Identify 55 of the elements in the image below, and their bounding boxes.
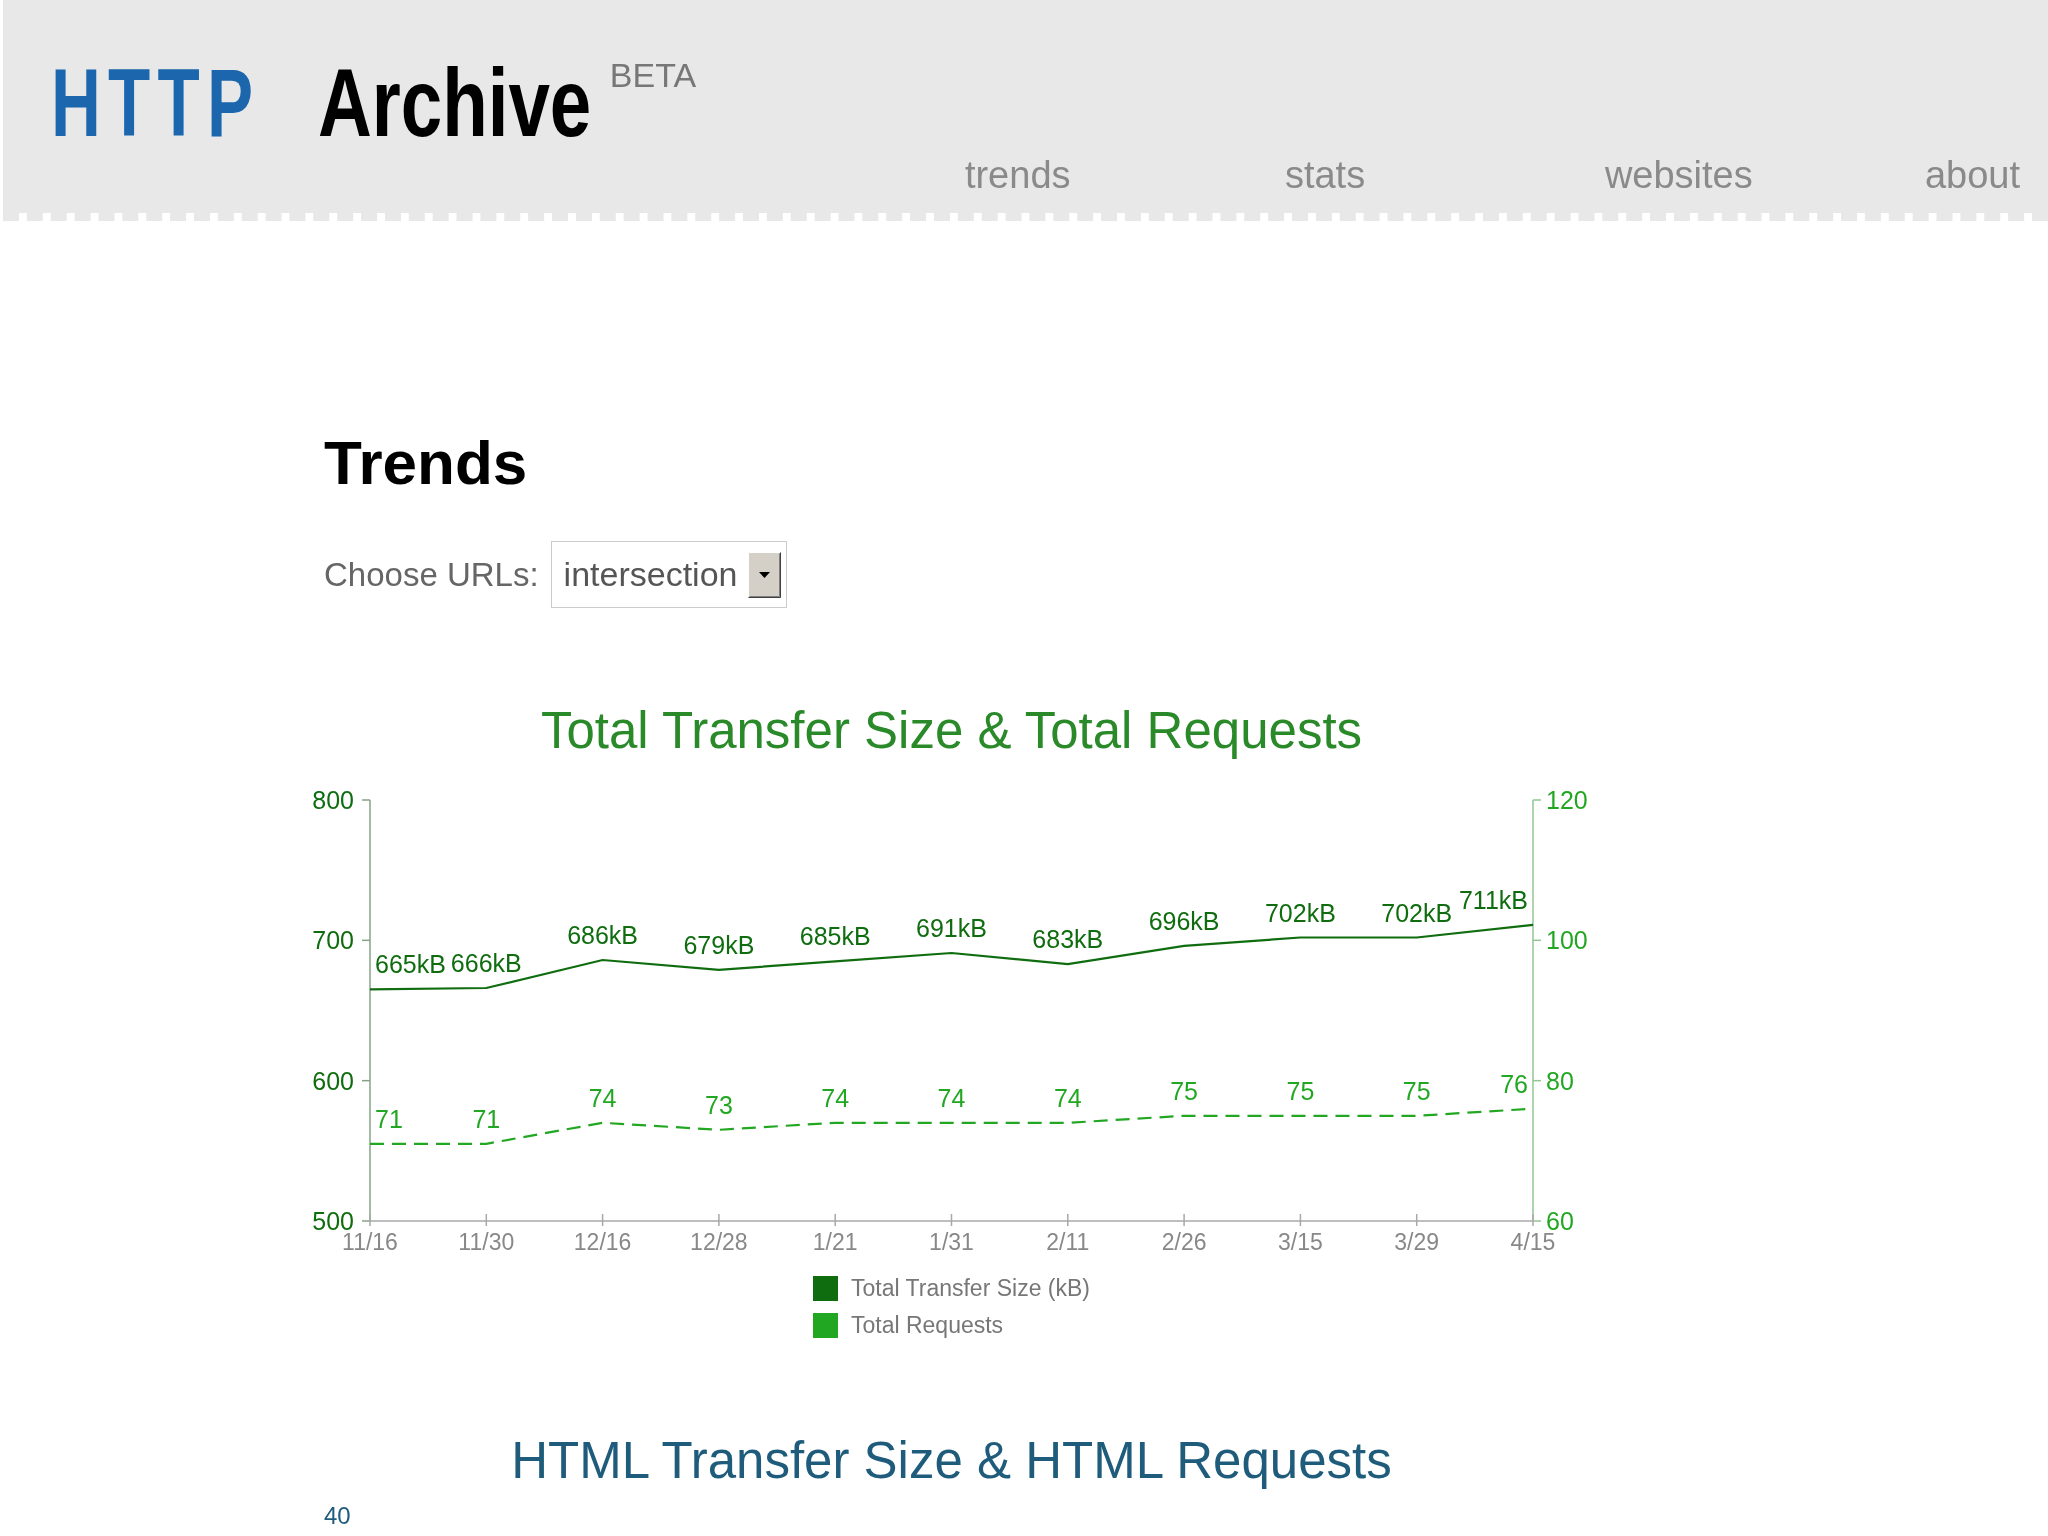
axis-label: 40 [324, 1504, 352, 1528]
data-label: 702kB [1381, 898, 1453, 927]
nav-link[interactable]: stats [1284, 156, 1366, 194]
nav-link[interactable]: trends [964, 156, 1071, 194]
data-label: 74 [937, 1083, 966, 1112]
page-title: Trends [324, 427, 528, 498]
data-label: 691kB [916, 913, 987, 942]
axis-label: 800 [312, 786, 354, 814]
data-label: 665kB [375, 950, 446, 979]
axis-label: 600 [312, 1066, 354, 1095]
chart-title: Total Transfer Size & Total Requests [539, 701, 1364, 760]
data-label: 686kB [567, 921, 639, 949]
data-label: 711kB [1458, 885, 1528, 914]
nav-link[interactable]: about [1924, 156, 2020, 194]
dropdown-caret-icon[interactable] [747, 551, 781, 598]
axis-label: 120 [1546, 786, 1588, 814]
chart-title: HTML Transfer Size & HTML Requests [510, 1431, 1393, 1490]
data-label: 74 [1053, 1083, 1082, 1112]
legend-label: Total Transfer Size (kB) [851, 1276, 1090, 1301]
axis-label: 11/30 [458, 1229, 515, 1255]
data-label: 74 [588, 1083, 617, 1112]
data-label: 696kB [1148, 906, 1220, 935]
data-label: 74 [821, 1083, 850, 1112]
axis-label: 2/26 [1161, 1229, 1207, 1255]
field-label: Choose URLs: [324, 555, 539, 594]
data-label: 702kB [1264, 898, 1336, 927]
data-label: 685kB [799, 922, 871, 951]
logo-text: Archive [317, 55, 591, 151]
beta-label: BETA [609, 58, 697, 92]
data-label: 75 [1402, 1076, 1431, 1105]
axis-label: 3/29 [1394, 1229, 1440, 1255]
url-select[interactable]: intersection [550, 541, 787, 608]
axis-label: 100 [1546, 926, 1588, 955]
data-label: 679kB [683, 930, 755, 959]
axis-label: 4/15 [1510, 1229, 1556, 1255]
data-label: 666kB [450, 949, 522, 978]
axis-label: 80 [1546, 1066, 1574, 1095]
axis-label: 700 [312, 926, 354, 955]
logo-text: HTTP [51, 55, 261, 151]
data-label: 75 [1170, 1076, 1198, 1105]
data-label: 71 [375, 1104, 403, 1133]
data-label: 683kB [1032, 925, 1104, 954]
axis-label: 1/21 [812, 1229, 858, 1255]
data-label: 71 [472, 1104, 501, 1133]
axis-label: 11/16 [342, 1229, 398, 1255]
nav-link[interactable]: websites [1604, 156, 1753, 194]
axis-label: 1/31 [929, 1229, 974, 1255]
axis-label: 2/11 [1046, 1229, 1090, 1255]
axis-label: 12/16 [573, 1229, 632, 1255]
data-label: 73 [705, 1090, 733, 1119]
data-label: 75 [1286, 1076, 1315, 1105]
legend-label: Total Requests [851, 1313, 1004, 1338]
axis-label: 3/15 [1278, 1229, 1323, 1255]
axis-label: 12/28 [690, 1229, 748, 1255]
data-label: 76 [1500, 1069, 1528, 1098]
